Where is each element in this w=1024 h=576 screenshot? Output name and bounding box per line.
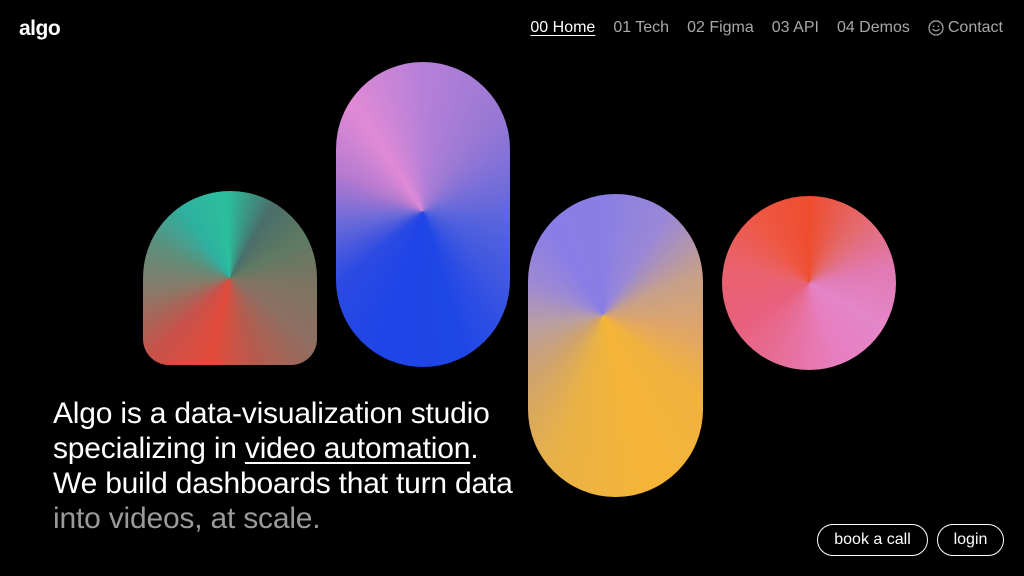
hero-line-2-prefix: specializing in <box>53 432 245 465</box>
book-call-button[interactable]: book a call <box>817 524 928 556</box>
hero-text: Algo is a data-visualization studio spec… <box>53 396 593 536</box>
video-automation-link[interactable]: video automation <box>245 432 470 465</box>
login-button[interactable]: login <box>937 524 1004 556</box>
hero-line-2-suffix: . <box>470 432 479 465</box>
nav-item-home[interactable]: 00 Home <box>530 19 595 37</box>
main-nav: 00 Home 01 Tech 02 Figma 03 API 04 Demos… <box>530 19 1003 37</box>
hero-line-3: We build dashboards that turn data <box>53 467 513 500</box>
nav-item-api[interactable]: 03 API <box>772 19 819 37</box>
smile-icon <box>928 20 944 36</box>
hero-line-2: specializing in video automation. <box>53 431 593 466</box>
gradient-shape-tall-pill <box>336 62 510 367</box>
nav-item-contact[interactable]: Contact <box>928 19 1003 37</box>
logo[interactable]: algo <box>19 17 61 41</box>
nav-item-figma[interactable]: 02 Figma <box>687 19 754 37</box>
contact-label: Contact <box>947 19 1003 36</box>
gradient-shape-circle <box>722 196 896 370</box>
hero-line-4: into videos, at scale. <box>53 502 321 535</box>
gradient-shape-arch <box>143 191 317 365</box>
hero-line-1: Algo is a data-visualization studio <box>53 397 490 430</box>
nav-item-demos[interactable]: 04 Demos <box>837 19 910 37</box>
nav-item-tech[interactable]: 01 Tech <box>613 19 669 37</box>
